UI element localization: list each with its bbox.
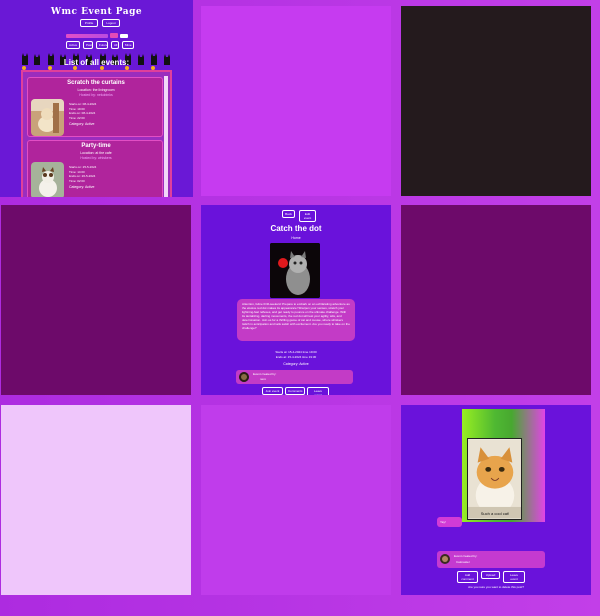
magenta-tile [201,405,391,595]
event-details: Starts on: 08-4-2024 Time: 19:00 Ends on… [69,102,96,127]
event-detail-screenshot: Back Edit event Catch the dot Home Atten… [201,205,391,395]
plum-tile [401,205,591,395]
comment-text: Yay! [440,520,446,524]
event-category: Category: Active [283,362,309,366]
event-details: Starts on: 25-5-2024 Time: 14:00 Ends on… [69,165,96,190]
join-event-button[interactable]: Join event [262,387,283,395]
event-title: Party-time [81,143,111,149]
filter-future-button[interactable]: Future [96,41,108,49]
host-label: Event created by: [454,554,478,558]
comments-button[interactable]: Comments [285,387,305,395]
filter-active-button[interactable]: Active [66,41,80,49]
search-input[interactable] [66,34,108,38]
event-photo [270,243,320,298]
filter-all-button[interactable]: All [111,41,119,49]
search-button[interactable] [110,33,118,38]
host-label: Event created by: [253,372,277,376]
events-panel: Scratch the curtains Location: the livin… [21,70,172,197]
leave-event-button[interactable]: Leave event [503,571,525,583]
comment-bubble: Yay! [437,517,462,527]
event-card[interactable]: Party-time Location: at the cafe Hosted … [27,140,163,197]
event-card[interactable]: Scratch the curtains Location: the livin… [27,77,163,137]
event-end-time: Time: 02:00 [69,178,85,183]
upload-button[interactable]: Upload [481,571,500,579]
event-start-date: Starts on: 08-4-2024 [69,102,97,106]
magenta-tile [201,6,391,196]
event-start-time: Starts at: 15-4-2024 time 19:00 [275,350,317,354]
leave-event-button[interactable]: Leave event [307,387,329,395]
event-location: Home [291,236,301,240]
event-end-time: Ends at: 15-4-2024 time 19:30 [275,355,317,359]
event-location: Location: at the cafe [80,151,112,155]
avatar [239,372,249,382]
add-comment-button[interactable]: Add comment [457,571,478,583]
event-start-date: Starts on: 25-5-2024 [69,165,97,169]
lavender-tile [1,405,191,595]
event-host: Hosted by: whiskers [80,156,112,160]
plum-tile [1,205,191,395]
event-category: Category: Active [69,122,95,127]
scrollbar[interactable] [164,76,168,197]
host-card: Event created by: Catmaster [437,551,545,568]
host-name: nero [260,377,267,381]
events-list-screenshot: Wmc Event Page Profile Logout Active Pas… [0,0,193,197]
cat-photo [467,438,522,520]
event-title: Scratch the curtains [67,80,125,86]
photo-caption: Such a cool cat! [480,511,510,516]
event-photo [31,162,64,197]
event-category: Category: Active [69,185,95,190]
logout-button[interactable]: Logout [102,19,120,27]
filter-past-button[interactable]: Past [83,41,93,49]
filter-mine-button[interactable]: Mine [122,41,134,49]
delete-confirm-text: Are you sure you want to delete this pos… [468,585,524,589]
back-button[interactable]: Back [282,210,295,218]
page-title: Wmc Event Page [50,7,143,17]
event-location: Location: the livingroom [77,88,115,92]
photo-view-screenshot: Such a cool cat! Yay! Event created by: … [401,405,591,595]
host-card: Event created by: nero [236,370,353,384]
event-title: Catch the dot [270,224,322,233]
event-description: Attention, feline thrill-seekers! Prepar… [237,299,355,341]
profile-button[interactable]: Profile [80,19,98,27]
clear-search-button[interactable] [120,34,128,38]
host-name: Catmaster [456,560,470,564]
list-title: List of all events: [63,58,130,67]
event-host: Hosted by: nekobinks [79,93,113,97]
dark-tile [401,6,591,196]
event-end-time: Time: 22:00 [69,115,85,120]
avatar [440,554,450,564]
event-photo [31,99,64,136]
edit-event-button[interactable]: Edit event [299,210,316,222]
